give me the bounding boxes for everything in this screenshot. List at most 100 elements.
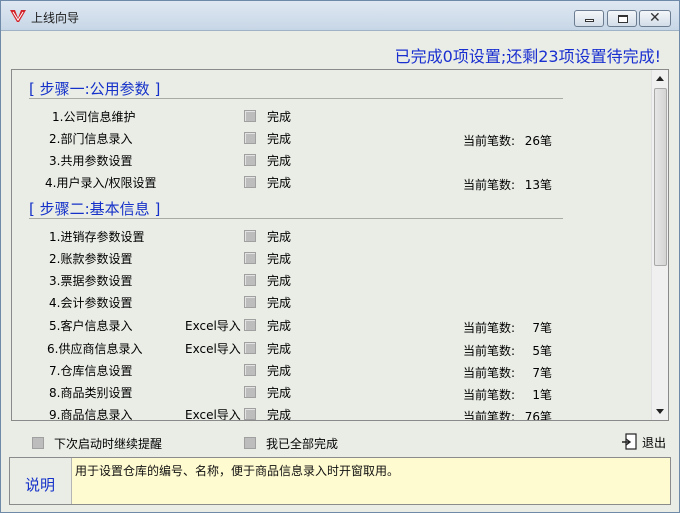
scroll-down-button[interactable]: [652, 403, 668, 420]
count-value: 76笔: [524, 410, 552, 421]
step-2-divider: [29, 218, 563, 219]
all-done-checkbox[interactable]: [244, 437, 256, 449]
done-label: 完成: [267, 110, 292, 124]
done-checkbox[interactable]: [244, 110, 256, 122]
done-checkbox[interactable]: [244, 252, 256, 264]
done-label: 完成: [267, 386, 292, 400]
count-value: 26笔: [524, 134, 552, 148]
item-label[interactable]: 3.共用参数设置: [49, 152, 132, 169]
exit-label: 退出: [642, 436, 667, 450]
count-value: 7笔: [532, 366, 552, 380]
arrow-down-icon: [656, 409, 664, 414]
done-checkbox[interactable]: [244, 408, 256, 420]
step-2-item-1: 1.进销存参数设置 完成: [12, 225, 652, 245]
arrow-up-icon: [656, 76, 664, 81]
done-label: 完成: [267, 252, 292, 266]
count-value: 1笔: [532, 388, 552, 402]
progress-status-text: 已完成0项设置;还剩23项设置待完成!: [394, 47, 661, 66]
item-label[interactable]: 7.仓库信息设置: [49, 362, 132, 379]
item-label[interactable]: 6.供应商信息录入: [47, 340, 142, 357]
maximize-button[interactable]: [607, 10, 637, 27]
description-label-box: 说明: [10, 458, 72, 504]
item-label[interactable]: 1.进销存参数设置: [49, 228, 144, 245]
step-2-item-6: 6.供应商信息录入 Excel导入 完成 当前笔数: 5笔: [12, 337, 652, 358]
app-logo-icon: [10, 10, 26, 22]
done-label: 完成: [267, 296, 292, 310]
step-2-item-4: 4.会计参数设置 完成: [12, 291, 652, 311]
done-label: 完成: [267, 408, 292, 421]
item-label[interactable]: 8.商品类别设置: [49, 384, 132, 401]
step-2-item-7: 7.仓库信息设置 完成 当前笔数: 7笔: [12, 359, 652, 380]
done-label: 完成: [267, 132, 292, 146]
done-checkbox[interactable]: [244, 154, 256, 166]
setup-wizard-window: 上线向导 ✕ 已完成0项设置;还剩23项设置待完成! [ 步骤一:公用参数 ] …: [0, 0, 680, 513]
done-checkbox[interactable]: [244, 296, 256, 308]
scroll-thumb[interactable]: [654, 88, 667, 266]
minimize-icon: [585, 19, 594, 22]
description-text: 用于设置仓库的编号、名称，便于商品信息录入时开窗取用。: [75, 464, 400, 478]
done-checkbox[interactable]: [244, 342, 256, 354]
excel-import-link[interactable]: Excel导入: [185, 406, 241, 420]
step-1-item-2: 2.部门信息录入 完成 当前笔数: 26笔: [12, 127, 652, 148]
done-checkbox[interactable]: [244, 364, 256, 376]
count-label: 当前笔数:: [463, 366, 516, 380]
close-button[interactable]: ✕: [639, 10, 671, 27]
close-icon: ✕: [649, 10, 661, 26]
count-label: 当前笔数:: [463, 178, 516, 192]
done-label: 完成: [267, 154, 292, 168]
item-label[interactable]: 4.会计参数设置: [49, 294, 132, 311]
minimize-button[interactable]: [574, 10, 604, 27]
done-label: 完成: [267, 342, 292, 356]
count-label: 当前笔数:: [463, 134, 516, 148]
step-2-item-2: 2.账款参数设置 完成: [12, 247, 652, 267]
vertical-scrollbar[interactable]: [651, 70, 668, 420]
count-label: 当前笔数:: [463, 321, 516, 335]
all-done-label: 我已全部完成: [266, 437, 339, 451]
item-label[interactable]: 9.商品信息录入: [49, 406, 132, 420]
count-value: 13笔: [524, 178, 552, 192]
done-checkbox[interactable]: [244, 230, 256, 242]
description-label: 说明: [25, 476, 56, 494]
done-label: 完成: [267, 319, 292, 333]
count-label: 当前笔数:: [463, 410, 516, 421]
maximize-icon: [618, 15, 628, 23]
setup-steps-list[interactable]: [ 步骤一:公用参数 ] 1.公司信息维护 完成 2.部门信息录入 完成 当前笔…: [11, 69, 669, 421]
item-label[interactable]: 3.票据参数设置: [49, 272, 132, 289]
title-bar[interactable]: 上线向导 ✕: [1, 1, 679, 31]
window-title: 上线向导: [31, 11, 80, 25]
done-label: 完成: [267, 176, 292, 190]
item-label[interactable]: 2.部门信息录入: [49, 130, 132, 147]
remind-label: 下次启动时继续提醒: [54, 437, 163, 451]
step-2-item-3: 3.票据参数设置 完成: [12, 269, 652, 289]
excel-import-link[interactable]: Excel导入: [185, 340, 241, 357]
done-checkbox[interactable]: [244, 176, 256, 188]
count-value: 5笔: [532, 344, 552, 358]
done-checkbox[interactable]: [244, 319, 256, 331]
done-checkbox[interactable]: [244, 386, 256, 398]
done-label: 完成: [267, 230, 292, 244]
exit-button[interactable]: 退出: [621, 432, 671, 452]
item-label[interactable]: 1.公司信息维护: [52, 108, 135, 125]
done-label: 完成: [267, 274, 292, 288]
exit-door-icon: [622, 433, 637, 450]
step-1-item-4: 4.用户录入/权限设置 完成 当前笔数: 13笔: [12, 171, 652, 192]
step-2-item-8: 8.商品类别设置 完成 当前笔数: 1笔: [12, 381, 652, 402]
remind-checkbox[interactable]: [32, 437, 44, 449]
done-label: 完成: [267, 364, 292, 378]
step-1-divider: [29, 98, 563, 99]
count-label: 当前笔数:: [463, 344, 516, 358]
item-label[interactable]: 5.客户信息录入: [49, 317, 132, 334]
scroll-up-button[interactable]: [652, 70, 668, 87]
step-1-header: [ 步骤一:公用参数 ]: [29, 80, 161, 98]
step-1-item-1: 1.公司信息维护 完成: [12, 105, 652, 125]
step-2-header: [ 步骤二:基本信息 ]: [29, 200, 161, 218]
item-label[interactable]: 4.用户录入/权限设置: [45, 174, 157, 191]
done-checkbox[interactable]: [244, 132, 256, 144]
count-label: 当前笔数:: [463, 388, 516, 402]
excel-import-link[interactable]: Excel导入: [185, 317, 241, 334]
description-panel: 说明 用于设置仓库的编号、名称，便于商品信息录入时开窗取用。: [9, 457, 671, 505]
step-2-item-5: 5.客户信息录入 Excel导入 完成 当前笔数: 7笔: [12, 314, 652, 335]
done-checkbox[interactable]: [244, 274, 256, 286]
item-label[interactable]: 2.账款参数设置: [49, 250, 132, 267]
step-2-item-9: 9.商品信息录入 Excel导入 完成 当前笔数: 76笔: [12, 403, 652, 421]
